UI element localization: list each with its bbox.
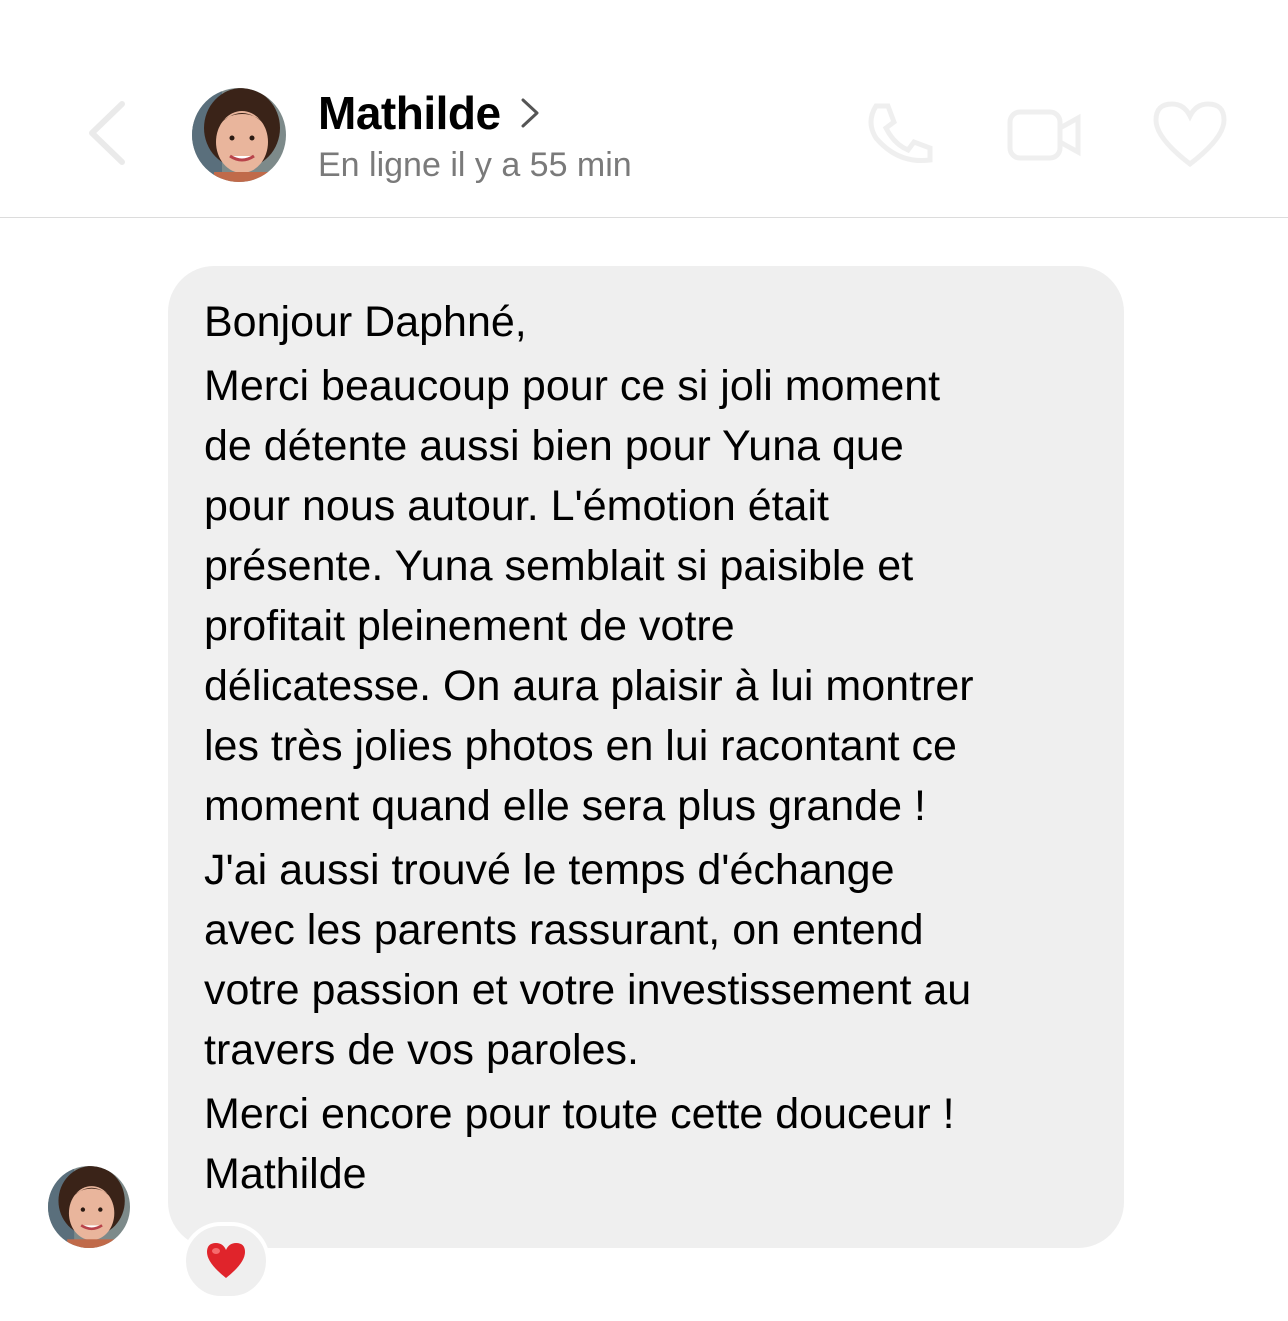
heart-outline-icon[interactable] (1150, 98, 1230, 170)
message-line: moment quand elle sera plus grande ! (204, 782, 926, 830)
message-line: Merci encore pour toute cette douceur ! (204, 1090, 955, 1138)
message-paragraph: Bonjour Daphné, (204, 292, 1094, 352)
avatar-photo (48, 1166, 130, 1248)
message-line: votre passion et votre investissement au (204, 966, 972, 1014)
message-line: délicatesse. On aura plaisir à lui montr… (204, 662, 974, 710)
message-line: profitait pleinement de votre (204, 602, 735, 650)
avatar[interactable] (192, 88, 286, 182)
chat-header: Mathilde En ligne il y a 55 min (0, 0, 1288, 218)
reaction-badge[interactable] (182, 1222, 270, 1300)
sender-avatar[interactable] (48, 1166, 130, 1248)
contact-name[interactable]: Mathilde (318, 86, 501, 140)
online-status: En ligne il y a 55 min (318, 146, 632, 184)
message-line: avec les parents rassurant, on entend (204, 906, 924, 954)
message-line: les très jolies photos en lui racontant … (204, 722, 957, 770)
message-line: Bonjour Daphné, (204, 298, 527, 346)
avatar-photo (192, 88, 286, 182)
chevron-right-icon[interactable] (519, 96, 541, 130)
chevron-left-icon[interactable] (78, 98, 138, 168)
contact-name-row[interactable]: Mathilde (318, 86, 541, 140)
message-line: présente. Yuna semblait si paisible et (204, 542, 914, 590)
message-line: Mathilde (204, 1150, 367, 1198)
message-line: de détente aussi bien pour Yuna que (204, 422, 904, 470)
message-line: Merci beaucoup pour ce si joli moment (204, 362, 941, 410)
message-line: travers de vos paroles. (204, 1026, 639, 1074)
message-paragraph: Merci beaucoup pour ce si joli moment de… (204, 356, 1094, 836)
message-bubble[interactable]: Bonjour Daphné, Merci beaucoup pour ce s… (168, 266, 1124, 1248)
phone-icon[interactable] (858, 98, 938, 170)
message-paragraph: Merci encore pour toute cette douceur ! … (204, 1084, 1094, 1204)
message-paragraph: J'ai aussi trouvé le temps d'échange ave… (204, 840, 1094, 1080)
video-camera-icon[interactable] (1004, 98, 1084, 170)
message-line: J'ai aussi trouvé le temps d'échange (204, 846, 895, 894)
message-line: pour nous autour. L'émotion était (204, 482, 829, 530)
red-heart-icon (207, 1243, 245, 1278)
